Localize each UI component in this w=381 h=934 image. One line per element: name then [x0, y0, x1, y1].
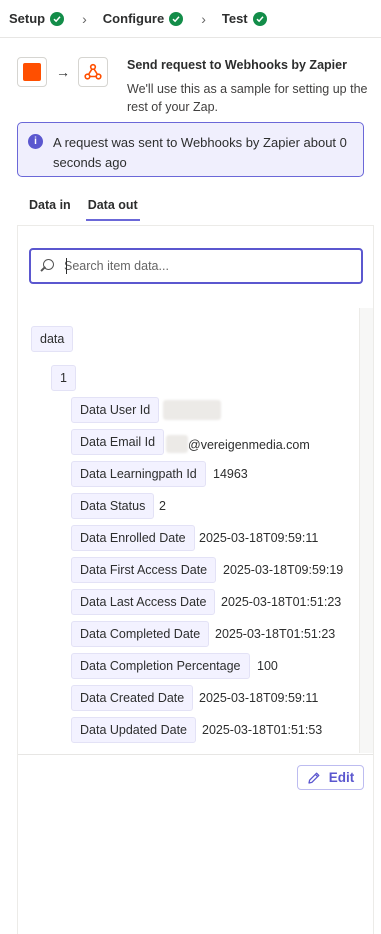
step-setup[interactable]: Setup: [9, 11, 65, 26]
zapier-square-icon: [23, 63, 41, 81]
field-key[interactable]: Data Created Date: [71, 685, 194, 711]
check-circle-icon: [252, 11, 267, 26]
data-out-panel: data 1 Data User Id Data Email Id @verei…: [17, 225, 374, 934]
field-value-redacted: [163, 400, 221, 420]
field-key[interactable]: Data Updated Date: [71, 717, 197, 743]
field-key[interactable]: Data Email Id: [71, 429, 165, 455]
step-title: Send request to Webhooks by Zapier: [127, 58, 347, 72]
field-value: 14963: [213, 467, 248, 481]
field-key[interactable]: Data Status: [71, 493, 155, 519]
step-test[interactable]: Test: [222, 11, 267, 26]
data-tree[interactable]: data 1 Data User Id Data Email Id @verei…: [18, 308, 373, 753]
webhooks-app-icon: [78, 57, 108, 87]
step-configure-label: Configure: [102, 11, 165, 26]
edit-button-label: Edit: [328, 770, 355, 785]
chevron-right-icon: ›: [201, 10, 206, 27]
edit-button[interactable]: Edit: [297, 765, 364, 790]
scrollbar[interactable]: [359, 308, 373, 753]
redacted-value: [163, 400, 221, 420]
info-icon: i: [28, 134, 43, 149]
trigger-app-icon: [17, 57, 47, 87]
field-value: 2025-03-18T01:51:53: [202, 723, 323, 737]
chevron-right-icon: ›: [82, 10, 87, 27]
field-key[interactable]: Data Last Access Date: [71, 589, 216, 615]
tab-data-in[interactable]: Data in: [29, 198, 71, 221]
webhook-icon: [84, 63, 102, 80]
field-value: @vereigenmedia.com: [166, 435, 310, 453]
divider: [18, 754, 373, 755]
data-tabs: Data in Data out: [29, 198, 157, 221]
step-test-label: Test: [221, 11, 248, 26]
field-key[interactable]: Data First Access Date: [71, 557, 217, 583]
field-key[interactable]: Data User Id: [71, 397, 160, 423]
tab-data-out[interactable]: Data out: [85, 198, 140, 221]
stepper: Setup › Configure › Test: [0, 0, 381, 38]
step-configure[interactable]: Configure: [102, 11, 184, 26]
field-key[interactable]: Data Completion Percentage: [71, 653, 250, 679]
field-value: 2025-03-18T09:59:19: [223, 563, 344, 577]
step-subtitle: We'll use this as a sample for setting u…: [127, 82, 368, 114]
step-setup-label: Setup: [9, 11, 46, 26]
pencil-icon: [308, 772, 320, 784]
field-key[interactable]: Data Learningpath Id: [71, 461, 206, 487]
banner-message: A request was sent to Webhooks by Zapier…: [53, 135, 347, 170]
field-key[interactable]: Data Completed Date: [71, 621, 210, 647]
redacted-value: [166, 435, 188, 453]
field-value: 2025-03-18T09:59:11: [199, 691, 319, 705]
arrow-right-icon: →: [56, 64, 70, 80]
search-box[interactable]: [29, 248, 363, 284]
field-key[interactable]: Data Enrolled Date: [71, 525, 195, 551]
app-connection: →: [17, 57, 108, 87]
info-banner: i A request was sent to Webhooks by Zapi…: [17, 122, 364, 177]
field-value: 2025-03-18T01:51:23: [215, 627, 336, 641]
check-circle-icon: [50, 11, 65, 26]
check-circle-icon: [169, 11, 184, 26]
field-value: 2025-03-18T01:51:23: [221, 595, 342, 609]
field-value: 100: [257, 659, 278, 673]
field-value: 2025-03-18T09:59:11: [199, 531, 319, 545]
field-value: 2: [159, 499, 166, 513]
text-cursor: [66, 258, 67, 274]
tree-root-chip[interactable]: data: [31, 326, 74, 352]
field-value-text: @vereigenmedia.com: [188, 438, 310, 452]
search-icon: [39, 258, 55, 274]
tree-index-chip[interactable]: 1: [51, 365, 76, 391]
search-input[interactable]: [64, 259, 349, 273]
